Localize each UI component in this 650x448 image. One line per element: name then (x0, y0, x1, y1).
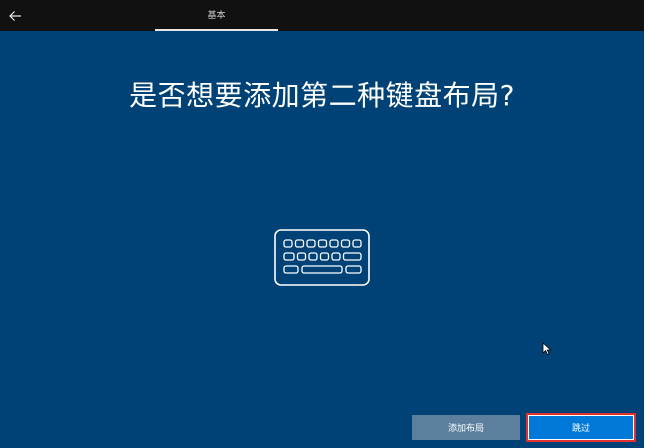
keyboard-icon (274, 229, 370, 286)
back-arrow-icon (9, 10, 21, 21)
step-tab-basics: 基本 (155, 0, 278, 31)
mouse-cursor-icon (542, 342, 552, 356)
add-layout-button[interactable]: 添加布局 (412, 415, 520, 440)
page-title: 是否想要添加第二种键盘布局? (129, 79, 515, 112)
window-edge (644, 0, 650, 448)
skip-button[interactable]: 跳过 (526, 413, 636, 442)
top-bar: 基本 (0, 0, 644, 31)
back-button[interactable] (0, 0, 30, 31)
oobe-window: 基本 是否想要添加第二种键盘布局? 添加布局 跳过 (0, 0, 650, 448)
step-tab-label: 基本 (207, 11, 226, 21)
